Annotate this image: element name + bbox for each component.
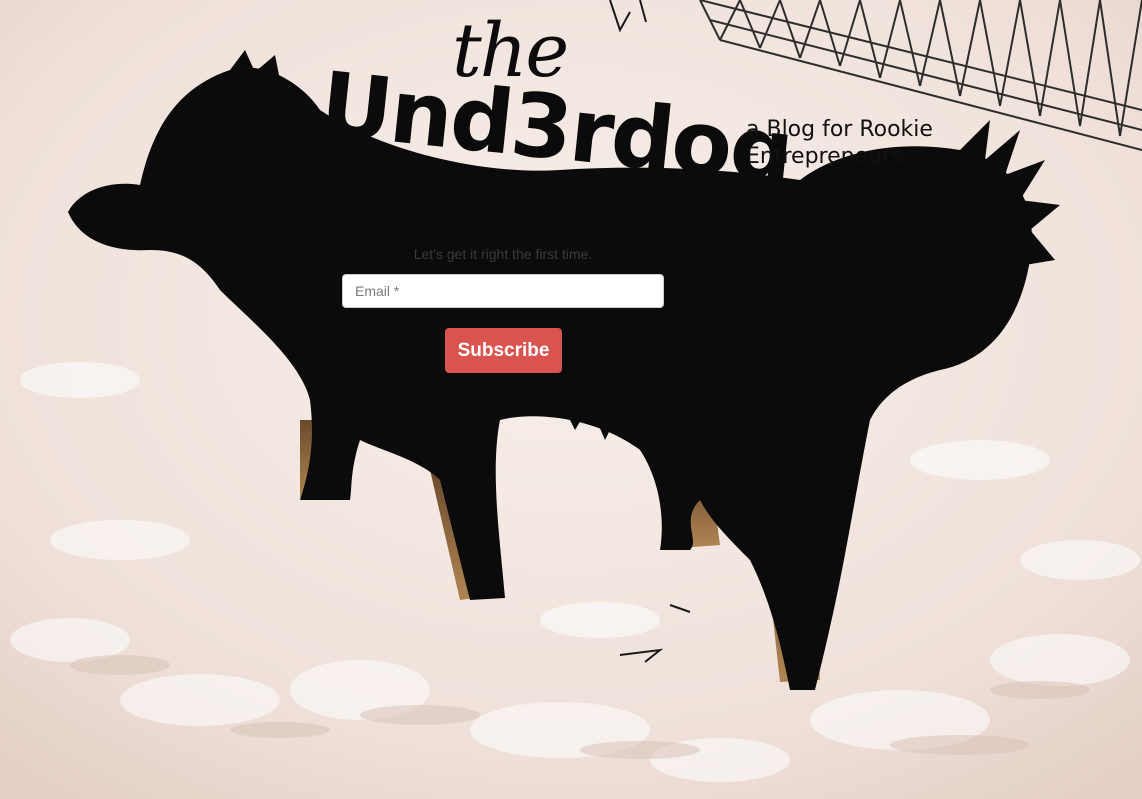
email-field[interactable] bbox=[342, 274, 664, 308]
signup-headline: Let's get it right the first time. bbox=[413, 246, 593, 262]
tagline-line-1: a Blog for Rookie bbox=[746, 117, 933, 142]
logo-tagline: a Blog for Rookie Entrepreneurs bbox=[746, 116, 976, 170]
subscribe-button[interactable]: Subscribe bbox=[445, 328, 562, 373]
tagline-line-2: Entrepreneurs bbox=[746, 144, 903, 169]
